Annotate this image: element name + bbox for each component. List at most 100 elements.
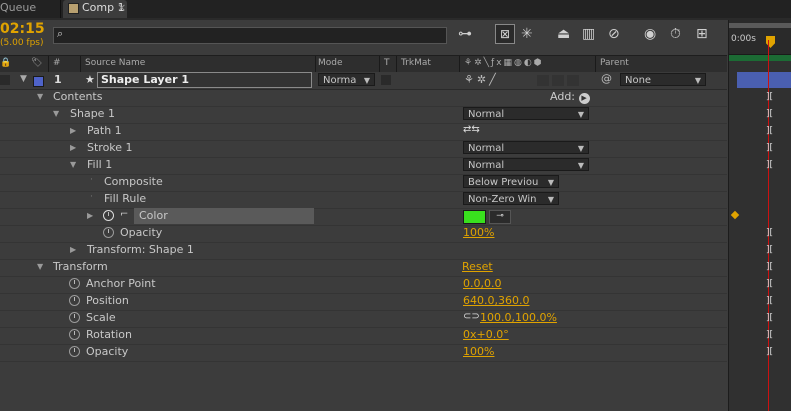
draft-3d-icon[interactable]: ⊠ <box>495 24 515 44</box>
stopwatch-icon[interactable] <box>69 329 80 340</box>
keyframe-nav-bracket-icon[interactable]: ][ <box>766 347 773 357</box>
preserve-transparency-toggle[interactable] <box>381 75 391 85</box>
switches-header-icons[interactable]: ⚘✲╲ƒx▦◍◐⬢ <box>464 58 544 68</box>
composite-dropdown[interactable]: Below Previou ▼ <box>463 175 559 188</box>
keyframe-nav-bracket-icon[interactable]: ][ <box>766 143 773 153</box>
expand-color-icon[interactable]: ▶ <box>87 211 93 220</box>
label-column-icon[interactable]: 🏷 <box>31 58 42 68</box>
expand-path-icon[interactable]: ▶ <box>70 126 76 135</box>
eyedropper-icon[interactable]: ⊸ <box>489 210 511 224</box>
close-tab-icon[interactable]: × <box>117 0 126 16</box>
reset-link[interactable]: Reset <box>462 260 493 273</box>
property-scale[interactable]: Scale ⊂⊃ 100.0,100.0% <box>0 310 727 328</box>
expand-fill-icon[interactable]: ▼ <box>70 160 76 169</box>
layer-switches[interactable]: ⚘✲╱ <box>464 73 499 86</box>
tab-comp-1[interactable]: Comp 1 × <box>63 0 127 20</box>
keyframe-nav-bracket-icon[interactable]: ][ <box>766 262 773 272</box>
property-group-transform-shape[interactable]: ▶ Transform: Shape 1 <box>0 242 727 260</box>
brainstorm-icon[interactable]: ◉ <box>644 26 656 42</box>
color-swatch[interactable] <box>463 210 486 224</box>
add-menu[interactable]: Add: ▶ <box>550 90 590 104</box>
layer-mode-dropdown[interactable]: Norma ▼ <box>318 73 375 86</box>
property-composite[interactable]: · Composite Below Previou ▼ <box>0 174 727 192</box>
keyframe-nav-bracket-icon[interactable]: ][ <box>766 160 773 170</box>
anchor-point-value[interactable]: 0.0,0.0 <box>463 277 501 290</box>
mode-header[interactable]: Mode <box>318 58 343 68</box>
stopwatch-active-icon[interactable] <box>103 210 114 221</box>
keyframe-nav-bracket-icon[interactable]: ][ <box>766 109 773 119</box>
keyframe-nav-bracket-icon[interactable]: ][ <box>766 313 773 323</box>
layer-row[interactable]: ▼ 1 ★ Shape Layer 1 Norma ▼ ⚘✲╱ @ None ▼ <box>0 72 727 90</box>
source-name-header[interactable]: Source Name <box>85 58 145 68</box>
property-color[interactable]: ▶ ⌐ Color ⊸ <box>0 208 727 226</box>
expand-contents-icon[interactable]: ▼ <box>37 92 43 101</box>
property-fill-opacity[interactable]: Opacity 100% <box>0 225 727 243</box>
keyframe-nav-bracket-icon[interactable]: ][ <box>766 92 773 102</box>
layer-duration-bar[interactable] <box>737 72 791 88</box>
motion-blur-icon[interactable]: ▥ <box>582 26 595 42</box>
keyframe-nav-bracket-icon[interactable]: ][ <box>766 228 773 238</box>
stopwatch-icon[interactable] <box>69 346 80 357</box>
switch-box[interactable] <box>567 75 579 86</box>
keyframe-nav-bracket-icon[interactable]: ][ <box>766 245 773 255</box>
trkmat-header[interactable]: TrkMat <box>401 58 431 68</box>
scale-value[interactable]: 100.0,100.0% <box>480 311 557 324</box>
tab-queue[interactable]: Queue <box>0 0 61 20</box>
search-input[interactable]: ⌕ <box>53 27 447 44</box>
parent-dropdown[interactable]: None ▼ <box>620 73 706 86</box>
stopwatch-icon[interactable] <box>69 278 80 289</box>
property-group-shape-1[interactable]: ▼ Shape 1 Normal ▼ <box>0 106 727 124</box>
pick-whip-icon[interactable]: @ <box>601 72 612 85</box>
property-rotation[interactable]: Rotation 0x+0.0° <box>0 327 727 345</box>
graph-icon[interactable]: ⊞ <box>696 26 708 42</box>
property-anchor-point[interactable]: Anchor Point 0.0,0.0 <box>0 276 727 294</box>
property-group-fill-1[interactable]: ▼ Fill 1 Normal ▼ <box>0 157 727 175</box>
property-group-path-1[interactable]: ▶ Path 1 ⇄⇆ <box>0 123 727 141</box>
expand-transform-shape-icon[interactable]: ▶ <box>70 245 76 254</box>
stroke-1-blend-dropdown[interactable]: Normal ▼ <box>463 141 589 154</box>
stopwatch-icon[interactable] <box>69 295 80 306</box>
parent-header[interactable]: Parent <box>600 58 629 68</box>
expand-transform-icon[interactable]: ▼ <box>37 262 43 271</box>
keyframe-nav-bracket-icon[interactable]: ][ <box>766 330 773 340</box>
frame-blending-icon[interactable]: ⏏ <box>557 26 570 42</box>
property-fill-rule[interactable]: · Fill Rule Non-Zero Win ▼ <box>0 191 727 209</box>
expand-layer-icon[interactable]: ▼ <box>20 74 27 84</box>
shape-1-blend-dropdown[interactable]: Normal ▼ <box>463 107 589 120</box>
number-column-header[interactable]: # <box>53 58 61 68</box>
stopwatch-icon[interactable]: ⏱ <box>670 26 681 42</box>
solo-icon[interactable]: ✳ <box>521 26 533 42</box>
property-group-transform[interactable]: ▼ Transform Reset <box>0 259 727 277</box>
lock-column-icon[interactable]: 🔒 <box>0 58 11 68</box>
comp-flowchart-icon[interactable]: ⊶ <box>458 26 472 42</box>
expand-shape-icon[interactable]: ▼ <box>53 109 59 118</box>
keyframe-nav-bracket-icon[interactable]: ][ <box>766 126 773 136</box>
path-direction-icons[interactable]: ⇄⇆ <box>463 124 480 135</box>
switch-box[interactable] <box>537 75 549 86</box>
fill-rule-dropdown[interactable]: Non-Zero Win ▼ <box>463 192 559 205</box>
switch-box[interactable] <box>552 75 564 86</box>
fill-1-blend-dropdown[interactable]: Normal ▼ <box>463 158 589 171</box>
t-header[interactable]: T <box>384 58 390 68</box>
constrain-proportions-icon[interactable]: ⊂⊃ <box>463 311 480 322</box>
stopwatch-icon[interactable] <box>69 312 80 323</box>
work-area-end-bar[interactable] <box>729 55 791 61</box>
current-time-display[interactable]: 02:15 <box>0 21 45 37</box>
video-switch[interactable] <box>0 75 10 85</box>
property-opacity[interactable]: Opacity 100% <box>0 344 727 362</box>
keyframe-nav-bracket-icon[interactable]: ][ <box>766 296 773 306</box>
graph-toggle-icon[interactable]: ⌐ <box>120 209 128 220</box>
graph-editor-icon[interactable]: ⊘ <box>608 26 620 42</box>
keyframe-nav-bracket-icon[interactable]: ][ <box>766 279 773 289</box>
property-position[interactable]: Position 640.0,360.0 <box>0 293 727 311</box>
position-value[interactable]: 640.0,360.0 <box>463 294 529 307</box>
layer-name-field[interactable]: Shape Layer 1 <box>97 72 312 88</box>
property-group-contents[interactable]: ▼ Contents Add: ▶ <box>0 89 727 107</box>
opacity-value[interactable]: 100% <box>463 345 494 358</box>
work-area-bar[interactable] <box>729 23 791 28</box>
fill-opacity-value[interactable]: 100% <box>463 226 494 239</box>
time-ruler[interactable]: 0:00s <box>729 20 791 61</box>
rotation-value[interactable]: 0x+0.0° <box>463 328 509 341</box>
layer-label-color[interactable] <box>33 76 44 87</box>
expand-stroke-icon[interactable]: ▶ <box>70 143 76 152</box>
